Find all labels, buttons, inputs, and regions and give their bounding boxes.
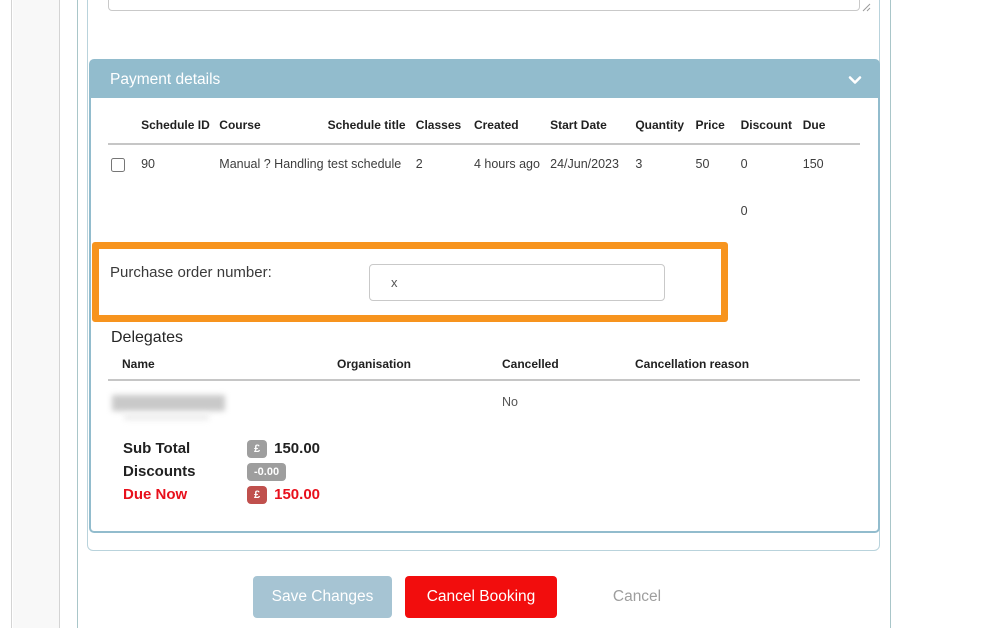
notes-textarea[interactable] [108,0,860,11]
column-header: Discount [741,117,803,144]
column-header: Organisation [323,357,488,380]
redacted-name-line2 [124,414,209,420]
schedule-row: 90 Manual ? Handling test schedule 2 4 h… [108,144,860,177]
cell-discount: 0 [741,144,803,177]
delegates-heading: Delegates [111,329,183,347]
column-header: Cancellation reason [621,357,860,380]
cancel-booking-button[interactable]: Cancel Booking [405,576,557,618]
cell-delegate-cancellation-reason [621,380,860,420]
column-header: Schedule title [328,117,416,144]
discounts-label: Discounts [123,463,247,480]
column-header: Name [108,357,323,380]
purchase-order-input[interactable] [369,264,665,301]
schedule-row-checkbox[interactable] [111,158,125,172]
due-now-value: 150.00 [274,486,320,503]
due-now-row: Due Now £ 150.00 [123,483,543,506]
schedules-header-row: Schedule ID Course Schedule title Classe… [108,117,860,144]
delegate-row: No [108,380,860,420]
currency-badge: £ [247,440,267,458]
select-column-header [108,117,141,144]
chevron-down-icon [848,75,862,85]
cell-discount-total: 0 [741,177,803,220]
sub-total-row: Sub Total £ 150.00 [123,437,543,460]
cell-quantity: 3 [635,144,695,177]
delegates-table: Name Organisation Cancelled Cancellation… [108,357,860,420]
cell-delegate-name [108,380,323,420]
column-header: Price [696,117,741,144]
collapse-toggle[interactable] [848,75,862,85]
cell-schedule-id: 90 [141,144,219,177]
cell-created: 4 hours ago [474,144,550,177]
left-rail [13,0,60,628]
column-header: Start Date [550,117,635,144]
discounts-row: Discounts -0.00 [123,460,543,483]
cancel-link[interactable]: Cancel [608,576,666,618]
due-now-label: Due Now [123,486,247,503]
column-header: Classes [416,117,474,144]
cell-schedule-title: test schedule [328,144,416,177]
column-header: Schedule ID [141,117,219,144]
column-header: Quantity [635,117,695,144]
delegates-header-row: Name Organisation Cancelled Cancellation… [108,357,860,380]
totals-block: Sub Total £ 150.00 Discounts -0.00 Due N… [123,437,543,506]
payment-details-header[interactable]: Payment details [91,61,878,98]
discounts-badge: -0.00 [247,463,286,481]
column-header: Due [803,117,860,144]
cell-classes: 2 [416,144,474,177]
sub-total-value: 150.00 [274,440,320,457]
cell-delegate-cancelled: No [488,380,621,420]
currency-badge: £ [247,486,267,504]
cell-delegate-organisation [323,380,488,420]
page-left-gutter [0,0,12,628]
column-header: Cancelled [488,357,621,380]
cell-course: Manual ? Handling [219,144,327,177]
cell-due: 150 [803,144,860,177]
schedules-table: Schedule ID Course Schedule title Classe… [108,117,860,220]
payment-details-title: Payment details [110,71,220,89]
sub-total-label: Sub Total [123,440,247,457]
cell-start-date: 24/Jun/2023 [550,144,635,177]
column-header: Course [219,117,327,144]
column-header: Created [474,117,550,144]
resize-grip-icon[interactable] [860,1,871,12]
purchase-order-label: Purchase order number: [110,264,272,282]
schedule-summary-row: 0 [108,177,860,220]
redacted-name [112,395,225,411]
save-changes-button[interactable]: Save Changes [253,576,392,618]
cell-price: 50 [696,144,741,177]
